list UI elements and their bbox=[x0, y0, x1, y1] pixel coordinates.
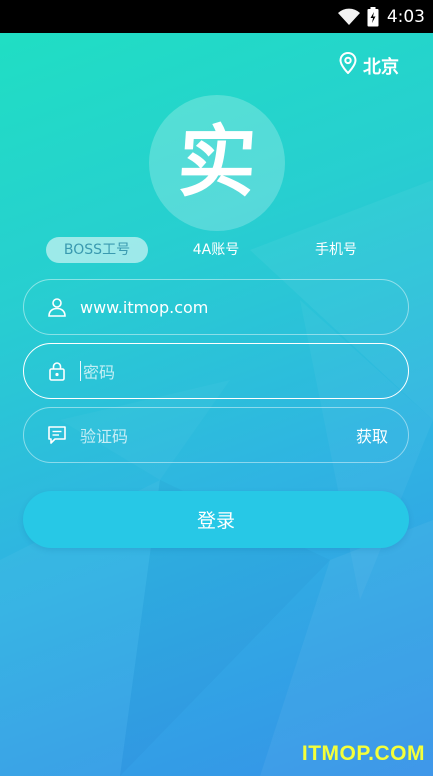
tab-boss-id[interactable]: BOSS工号 bbox=[46, 237, 148, 263]
password-placeholder: 密码 bbox=[83, 363, 116, 382]
tab-4a-account[interactable]: 4A账号 bbox=[176, 237, 256, 263]
text-cursor bbox=[80, 361, 81, 381]
login-type-tabs: BOSS工号 4A账号 手机号 bbox=[0, 237, 433, 263]
captcha-field[interactable]: 验证码 获取 bbox=[23, 407, 409, 463]
location-pin-icon bbox=[339, 51, 357, 79]
status-bar: 4:03 bbox=[0, 0, 433, 33]
watermark: ITMOP.COM bbox=[301, 742, 425, 765]
status-time: 4:03 bbox=[386, 6, 425, 27]
battery-icon bbox=[367, 6, 379, 27]
wifi-icon bbox=[337, 8, 361, 26]
username-value: www.itmop.com bbox=[80, 297, 209, 317]
password-field[interactable]: 密码 bbox=[23, 343, 409, 399]
user-icon bbox=[46, 296, 68, 318]
login-button[interactable]: 登录 bbox=[23, 491, 409, 548]
captcha-placeholder: 验证码 bbox=[80, 427, 129, 446]
get-captcha-button[interactable]: 获取 bbox=[356, 423, 388, 447]
app-logo: 实 bbox=[149, 95, 285, 231]
lock-icon bbox=[46, 360, 68, 382]
logo-char: 实 bbox=[174, 117, 260, 208]
message-icon bbox=[46, 424, 68, 446]
location-city: 北京 bbox=[363, 56, 399, 78]
username-field[interactable]: www.itmop.com bbox=[23, 279, 409, 335]
tab-phone-number[interactable]: 手机号 bbox=[296, 237, 376, 263]
location-selector[interactable]: 北京 bbox=[339, 51, 399, 79]
